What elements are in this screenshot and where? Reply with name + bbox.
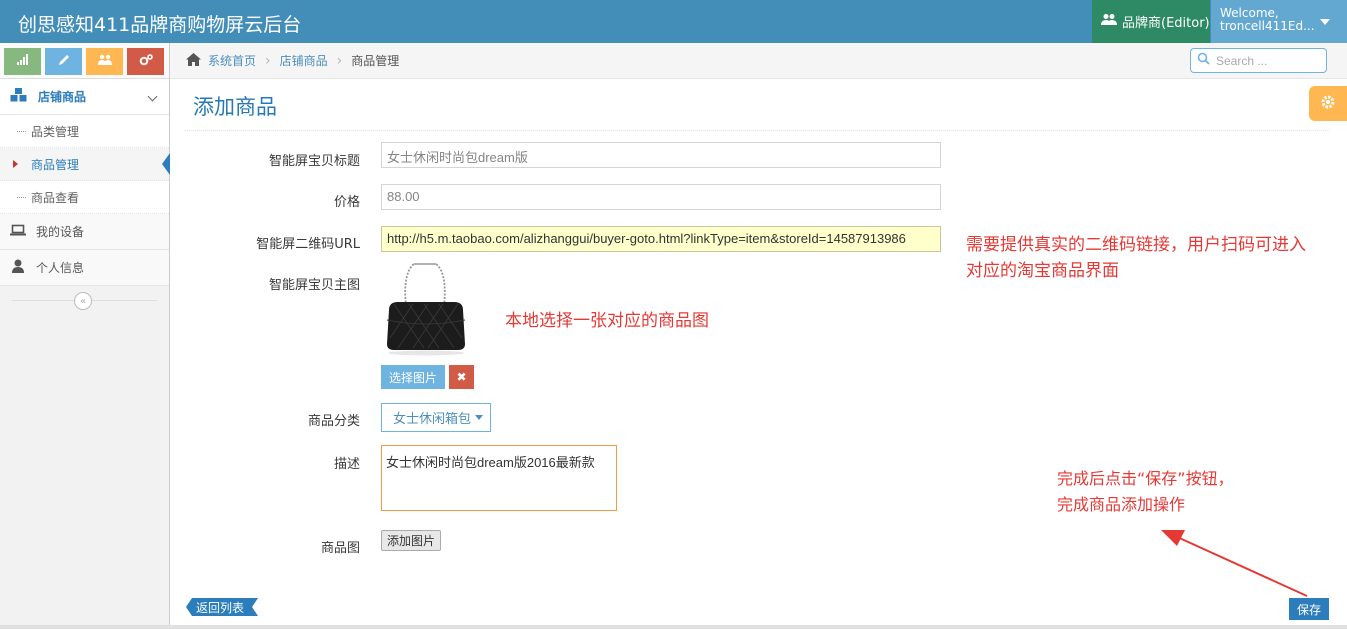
title-label: 智能屏宝贝标题 [268, 154, 360, 169]
shortcut-settings-button[interactable] [127, 48, 164, 75]
sidebar-item-label: 个人信息 [36, 261, 85, 275]
role-label: 品牌商(Editor) [1122, 16, 1210, 31]
breadcrumb-home-link[interactable]: 系统首页 [208, 52, 256, 69]
sidebar-shortcuts [0, 43, 169, 79]
top-navbar: 创思感知411品牌商购物屏云后台 品牌商(Editor) Welcome, tr… [0, 0, 1347, 43]
sidebar-item-product-management[interactable]: 商品管理 [0, 148, 170, 181]
annotation-line: 对应的淘宝商品界面 [966, 261, 1119, 281]
category-select[interactable]: 女士休闲箱包 [381, 403, 491, 432]
title-input[interactable]: 女士休闲时尚包dream版 [381, 142, 941, 168]
breadcrumb-current: 商品管理 [351, 54, 400, 68]
laptop-icon [10, 224, 26, 240]
search-box[interactable] [1190, 48, 1327, 73]
signal-icon [16, 54, 29, 69]
tree-dot-icon [17, 131, 26, 132]
sidebar-item-label: 商品管理 [31, 157, 80, 172]
price-input[interactable]: 88.00 [381, 184, 941, 210]
search-icon [1197, 52, 1210, 69]
qrcode-url-label: 智能屏二维码URL [256, 237, 360, 252]
shortcut-stats-button[interactable] [4, 48, 41, 75]
main-image-label: 智能屏宝贝主图 [268, 278, 360, 293]
back-to-list-button[interactable]: 返回列表 [186, 598, 258, 616]
delete-image-button[interactable]: ✖ [449, 365, 474, 389]
save-annotation: 完成后点击“保存”按钮， 完成商品添加操作 [1057, 466, 1234, 518]
sidebar-item-label: 商品查看 [31, 190, 80, 205]
chevron-right-icon: › [336, 52, 343, 69]
annotation-line: 需要提供真实的二维码链接，用户扫码可进入 [966, 235, 1306, 255]
sidebar-collapse-row: « [0, 286, 169, 318]
users-icon [1101, 13, 1117, 30]
save-button[interactable]: 保存 [1289, 598, 1329, 620]
sidebar-item-label: 我的设备 [36, 225, 85, 239]
category-label: 商品分类 [307, 414, 360, 429]
app-brand-title[interactable]: 创思感知411品牌商购物屏云后台 [18, 10, 301, 37]
product-main-image [384, 262, 468, 356]
description-label: 描述 [333, 457, 360, 472]
user-menu-button[interactable]: Welcome, troncell411Ed... [1211, 0, 1347, 43]
caret-down-icon [1320, 19, 1330, 25]
sidebar-item-label: 品类管理 [31, 124, 80, 139]
price-label: 价格 [333, 195, 360, 210]
divider [185, 130, 1330, 131]
breadcrumb-section-link[interactable]: 店铺商品 [280, 52, 328, 69]
cubes-icon [10, 87, 28, 106]
pencil-icon [58, 54, 70, 70]
image-annotation: 本地选择一张对应的商品图 [505, 311, 709, 331]
sidebar-item-store-products[interactable]: 店铺商品 [0, 79, 169, 115]
users-icon [97, 54, 112, 69]
annotation-line: 完成商品添加操作 [1057, 495, 1186, 514]
chevron-right-icon: › [265, 52, 271, 69]
category-selected-value: 女士休闲箱包 [393, 412, 472, 427]
caret-right-icon [13, 160, 18, 168]
url-annotation: 需要提供真实的二维码链接，用户扫码可进入 对应的淘宝商品界面 [966, 232, 1306, 284]
shortcut-edit-button[interactable] [45, 48, 82, 75]
home-icon [186, 52, 201, 69]
sidebar-submenu: 品类管理 商品管理 商品查看 [0, 115, 170, 214]
bottom-scrollbar[interactable] [0, 625, 1347, 629]
description-textarea[interactable]: 女士休闲时尚包dream版2016最新款 [381, 445, 617, 511]
gear-icon [1320, 94, 1336, 114]
user-icon [10, 259, 26, 277]
breadcrumb: 系统首页 › 店铺商品 › 商品管理 [170, 43, 1347, 79]
select-image-button[interactable]: 选择图片 [381, 365, 445, 389]
cogs-icon [139, 53, 153, 70]
sidebar-item-product-view[interactable]: 商品查看 [0, 181, 169, 214]
sidebar: 店铺商品 品类管理 商品管理 商品查看 我的设备 个人信息 « [0, 43, 170, 629]
sidebar-group-label: 店铺商品 [38, 90, 87, 104]
ace-settings-button[interactable] [1309, 86, 1347, 121]
sidebar-collapse-button[interactable]: « [74, 292, 92, 310]
chevron-down-icon [147, 91, 158, 102]
caret-down-icon [475, 415, 484, 420]
tree-dot-icon [17, 197, 26, 198]
annotation-arrow [1161, 530, 1308, 597]
role-menu-button[interactable]: 品牌商(Editor) [1092, 0, 1210, 43]
sidebar-item-profile[interactable]: 个人信息 [0, 250, 169, 286]
shortcut-users-button[interactable] [86, 48, 123, 75]
add-image-button[interactable]: 添加图片 [381, 530, 441, 551]
annotation-line: 完成后点击“保存”按钮， [1057, 469, 1234, 488]
active-indicator [162, 153, 170, 175]
qrcode-url-input[interactable]: http://h5.m.taobao.com/alizhanggui/buyer… [381, 226, 941, 252]
close-icon: ✖ [456, 370, 467, 384]
sidebar-item-category-management[interactable]: 品类管理 [0, 115, 169, 148]
gallery-label: 商品图 [320, 541, 360, 556]
sidebar-item-my-devices[interactable]: 我的设备 [0, 214, 169, 250]
search-input[interactable] [1216, 53, 1316, 68]
page-title: 添加商品 [193, 95, 277, 119]
